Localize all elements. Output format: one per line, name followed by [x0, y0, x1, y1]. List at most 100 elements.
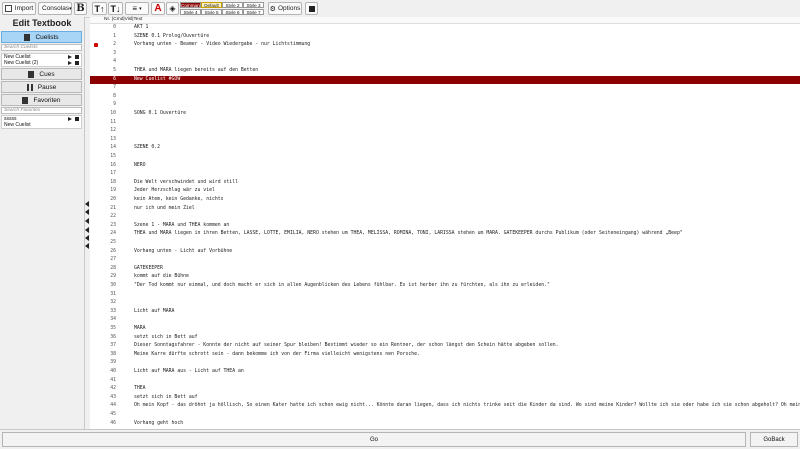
table-row[interactable]: 29 kommt auf die Bühne [90, 273, 800, 282]
stop-button[interactable] [305, 2, 318, 15]
table-row[interactable]: 19 Jeder Herzschlag wär zu viel [90, 187, 800, 196]
go-label: Go [369, 436, 378, 443]
table-row[interactable]: 39 [90, 359, 800, 368]
table-row[interactable]: 10 SONG 0.1 Ouvertüre [90, 110, 800, 119]
style-3-button[interactable]: Style 3 [243, 2, 264, 8]
table-row[interactable]: 9 [90, 101, 800, 110]
stop-icon[interactable] [75, 55, 79, 59]
table-row[interactable]: 2 Vorhang unten - Beamer - Video Wiederga… [90, 41, 800, 50]
table-row[interactable]: 38 Meine Karre dürfte schrott sein - dann… [90, 351, 800, 360]
play-icon[interactable] [68, 117, 72, 121]
options-button[interactable]: ⚙ Options [268, 2, 302, 15]
style-2-button[interactable]: Style 2 [222, 2, 243, 8]
line-text: GATEKEEPER [134, 265, 163, 271]
table-row[interactable]: 6 New Cuelist #GOW [90, 75, 800, 85]
table-row[interactable]: 12 [90, 127, 800, 136]
style-default-button[interactable]: Default [201, 2, 222, 8]
table-row[interactable]: 28 GATEKEEPER [90, 265, 800, 274]
go-button[interactable]: Go [2, 432, 746, 447]
table-row[interactable]: 41 [90, 377, 800, 386]
table-row[interactable]: 42 THEA [90, 385, 800, 394]
increase-font-size-button[interactable]: T↑ [92, 2, 107, 15]
pause-button[interactable]: Pause [1, 81, 82, 93]
stop-icon[interactable] [75, 117, 79, 121]
table-row[interactable]: 43 setzt sich in Bett auf [90, 394, 800, 403]
table-row[interactable]: 14 SZENE 0.2 [90, 144, 800, 153]
table-row[interactable]: 44 Oh mein Kopf - das dröhnt ja höllisch,… [90, 402, 800, 411]
table-row[interactable]: 35 MARA [90, 325, 800, 334]
table-row[interactable]: 20 kein Atem, kein Gedanke, nichts [90, 196, 800, 205]
table-row[interactable]: 31 [90, 291, 800, 300]
table-row[interactable]: 26 Vorhang unten - Licht auf Vorbühne [90, 248, 800, 257]
list-item[interactable]: New Cuelist [2, 122, 81, 128]
line-text: kommt auf die Bühne [134, 274, 189, 280]
table-row[interactable]: 17 [90, 170, 800, 179]
text-color-button[interactable]: A [151, 2, 165, 15]
collapse-arrow-icon[interactable] [85, 218, 89, 224]
table-row[interactable]: 34 [90, 316, 800, 325]
play-icon[interactable] [68, 61, 72, 65]
table-row[interactable]: 30 "Der Tod kommt nur einmal, und doch ma… [90, 282, 800, 291]
search-favorites-input[interactable]: Search Favorites [1, 107, 82, 114]
table-row[interactable]: 46 Vorhang geht hoch [90, 420, 800, 429]
table-row[interactable]: 1 SZENE 0.1 Prolog/Ouvertüre [90, 33, 800, 42]
search-cuelists-input[interactable]: Search Cuelists [1, 44, 82, 51]
collapse-arrow-icon[interactable] [85, 235, 89, 241]
play-icon[interactable] [68, 55, 72, 59]
table-row[interactable]: 4 [90, 58, 800, 67]
gear-icon: ⚙ [269, 5, 276, 13]
table-row[interactable]: 15 [90, 153, 800, 162]
bold-button[interactable]: B [74, 2, 87, 15]
list-item[interactable]: New Cuelist (2) [2, 60, 81, 66]
line-text: nur ich und mein Ziel [134, 205, 195, 211]
font-select[interactable]: Consolas ▾ [38, 2, 72, 15]
table-row[interactable]: 27 [90, 256, 800, 265]
table-row[interactable]: 32 [90, 299, 800, 308]
style-5-button[interactable]: Style 5 [201, 9, 222, 15]
style-6-button[interactable]: Style 6 [222, 9, 243, 15]
collapse-arrow-icon[interactable] [85, 227, 89, 233]
line-text: Jeder Herzschlag wär zu viel [134, 188, 215, 194]
collapse-arrow-icon[interactable] [85, 209, 89, 215]
cues-button[interactable]: Cues [1, 68, 82, 80]
table-row[interactable]: 7 [90, 84, 800, 93]
table-row[interactable]: 40 Licht auf MARA aus - Licht auf THEA an [90, 368, 800, 377]
table-row[interactable]: 21 nur ich und mein Ziel [90, 205, 800, 214]
table-row[interactable]: 36 setzt sich in Bett auf [90, 334, 800, 343]
line-number: 16 [110, 162, 116, 168]
table-row[interactable]: 37 Dieser Sonntagsfahrer - Konnte der nic… [90, 342, 800, 351]
table-row[interactable]: 33 Licht auf MARA [90, 308, 800, 317]
align-dropdown-button[interactable]: ≡ ▾ [125, 2, 149, 15]
line-number: 3 [113, 50, 116, 56]
style-command-button[interactable]: Command [180, 2, 201, 8]
table-row[interactable]: 0 AKT 1 [90, 24, 800, 33]
table-row[interactable]: 13 [90, 136, 800, 145]
bottom-bar: Go GoBack [0, 429, 800, 449]
table-row[interactable]: 25 [90, 239, 800, 248]
table-row[interactable]: 22 [90, 213, 800, 222]
stop-icon[interactable] [75, 61, 79, 65]
import-button[interactable]: Import [2, 2, 36, 15]
style-4-button[interactable]: Style 4 [180, 9, 201, 15]
cuelists-button[interactable]: Cuelists [1, 31, 82, 43]
decrease-font-size-button[interactable]: T↓ [108, 2, 123, 15]
fill-color-button[interactable]: ◈ [166, 2, 179, 15]
style-7-button[interactable]: Style 7 [243, 9, 264, 15]
goback-button[interactable]: GoBack [750, 432, 798, 447]
collapse-arrow-icon[interactable] [85, 243, 89, 249]
textbook-editor[interactable]: Nr. |Cmd|Visl|Text 0 AKT 1 1 SZENE 0.1 Prol… [90, 17, 800, 429]
line-number: 44 [110, 403, 116, 409]
favoriten-button[interactable]: Favoriten [1, 94, 82, 106]
collapse-arrow-icon[interactable] [85, 201, 89, 207]
editor-header: Nr. |Cmd|Visl|Text [90, 17, 800, 24]
table-row[interactable]: 18 Die Welt verschwindet und wird still [90, 179, 800, 188]
table-row[interactable]: 11 [90, 119, 800, 128]
table-row[interactable]: 45 [90, 411, 800, 420]
table-row[interactable]: 23 Szene 1 - MARA und THEA kommen an [90, 222, 800, 231]
table-row[interactable]: 3 [90, 50, 800, 59]
table-row[interactable]: 5 THEA und MARA liegen bereits auf den Be… [90, 67, 800, 76]
line-number: 24 [110, 231, 116, 237]
table-row[interactable]: 24 THEA und MARA liegen in ihren Betten, … [90, 230, 800, 239]
table-row[interactable]: 8 [90, 93, 800, 102]
table-row[interactable]: 16 NERO [90, 162, 800, 171]
